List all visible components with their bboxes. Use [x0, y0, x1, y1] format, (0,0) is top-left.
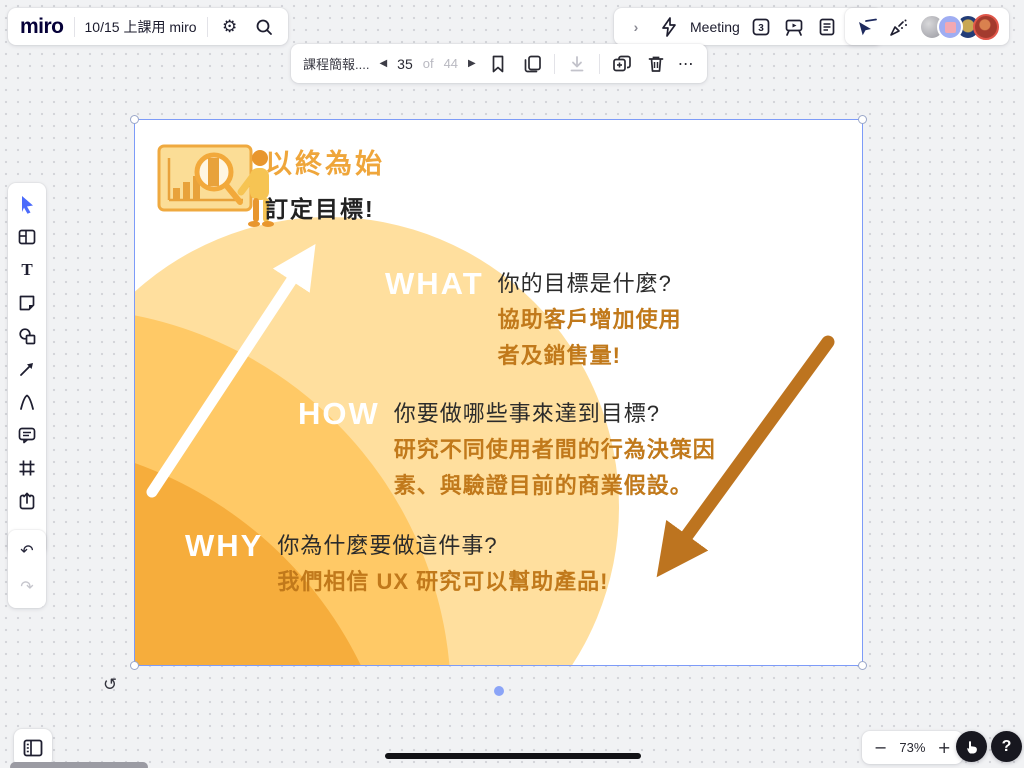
tool-palette: T » [8, 183, 46, 555]
zoom-out-button[interactable]: − [874, 740, 887, 756]
rotate-handle-icon[interactable]: ↺ [103, 675, 117, 695]
meeting-bolt-icon[interactable] [657, 15, 681, 39]
download-icon[interactable] [565, 52, 589, 76]
of-label: of [423, 56, 434, 71]
chart-analysis-illustration [157, 132, 281, 244]
resize-handle-bottom-right[interactable] [858, 661, 867, 670]
white-up-arrow [152, 266, 301, 492]
slide-frame[interactable]: 以終為始 訂定目標! WHAT 你的目標是什麼? 協助客戶增加使用 者及銷售量!… [135, 120, 862, 665]
why-question: 你為什麼要做這件事? [277, 528, 608, 564]
next-slide-button[interactable]: ▶ [468, 58, 476, 69]
app-bar: miro 10/15 上課用 miro ⚙ [8, 8, 288, 45]
more-options-button[interactable]: ⋯ [678, 54, 695, 73]
svg-text:3: 3 [758, 23, 764, 34]
how-row: HOW 你要做哪些事來達到目標? 研究不同使用者間的行為決策因 素、與驗證目前的… [298, 396, 716, 504]
templates-tool[interactable] [12, 224, 42, 250]
presence-bar [845, 8, 1009, 45]
why-label: WHY [185, 530, 263, 561]
meeting-bar: › Meeting 3 [614, 8, 882, 45]
divider [207, 17, 208, 37]
follow-cursor-icon[interactable] [855, 15, 879, 39]
pages-icon[interactable] [520, 52, 544, 76]
slide-content[interactable]: 以終為始 訂定目標! WHAT 你的目標是什麼? 協助客戶增加使用 者及銷售量!… [135, 120, 862, 665]
feedback-hand-button[interactable] [956, 731, 987, 762]
sticky-note-tool[interactable] [12, 290, 42, 316]
avatar[interactable] [937, 14, 963, 40]
what-answer-line2: 者及銷售量! [498, 338, 682, 374]
help-button[interactable]: ? [991, 731, 1022, 762]
presentation-easel-icon[interactable] [782, 15, 806, 39]
zoom-controls: − 73% + [862, 731, 963, 764]
miro-logo[interactable]: miro [20, 15, 64, 39]
timer-3-icon[interactable]: 3 [749, 15, 773, 39]
resize-handle-top-left[interactable] [130, 115, 139, 124]
slide-title-block: 以終為始 訂定目標! [265, 142, 385, 224]
why-row: WHY 你為什麼要做這件事? 我們相信 UX 研究可以幫助產品! [185, 528, 608, 600]
comment-tool[interactable] [12, 422, 42, 448]
resize-handle-top-right[interactable] [858, 115, 867, 124]
what-label: WHAT [385, 268, 484, 299]
what-row: WHAT 你的目標是什麼? 協助客戶增加使用 者及銷售量! [385, 266, 682, 374]
divider [74, 17, 75, 37]
meeting-label[interactable]: Meeting [690, 19, 740, 35]
prev-slide-button[interactable]: ◀ [379, 58, 387, 69]
redo-button[interactable]: ↷ [12, 574, 42, 600]
notes-doc-icon[interactable] [815, 15, 839, 39]
text-tool[interactable]: T [12, 257, 42, 283]
duplicate-icon[interactable] [610, 52, 634, 76]
connector-arrow-tool[interactable] [12, 356, 42, 382]
divider [599, 54, 600, 74]
current-page: 35 [397, 56, 413, 72]
frames-list-icon [22, 737, 44, 759]
pen-tool[interactable] [12, 389, 42, 415]
home-indicator-bar [385, 753, 641, 759]
slide-nav-toolbar: 課程簡報.... ◀ 35 of 44 ▶ ⋯ [291, 44, 707, 83]
bottom-bar-pill [10, 762, 148, 768]
how-label: HOW [298, 398, 380, 429]
collaborator-presence-dot [494, 686, 504, 696]
how-answer-line2: 素、與驗證目前的商業假設。 [394, 468, 716, 504]
zoom-level[interactable]: 73% [899, 740, 925, 755]
trash-icon[interactable] [644, 52, 668, 76]
hand-pointer-icon [964, 739, 980, 755]
select-cursor-tool[interactable] [12, 191, 42, 217]
bookmark-icon[interactable] [486, 52, 510, 76]
collapse-chevron-icon[interactable]: › [624, 15, 648, 39]
reactions-party-icon[interactable] [887, 15, 911, 39]
settings-gear-icon[interactable]: ⚙ [218, 15, 242, 39]
collaborator-avatars [919, 14, 999, 40]
what-answer-line1: 協助客戶增加使用 [498, 302, 682, 338]
deck-title[interactable]: 課程簡報.... [303, 54, 369, 73]
undo-button[interactable]: ↶ [12, 538, 42, 564]
how-answer-line1: 研究不同使用者間的行為決策因 [394, 432, 716, 468]
undo-redo-panel: ↶ ↷ [8, 530, 46, 608]
shapes-tool[interactable] [12, 323, 42, 349]
resize-handle-bottom-left[interactable] [130, 661, 139, 670]
frame-tool[interactable] [12, 455, 42, 481]
what-question: 你的目標是什麼? [498, 266, 682, 302]
zoom-in-button[interactable]: + [937, 740, 950, 756]
slide-subtitle: 訂定目標! [265, 190, 385, 224]
board-title[interactable]: 10/15 上課用 miro [85, 17, 197, 37]
help-question-mark: ? [1002, 738, 1012, 756]
divider [554, 54, 555, 74]
slide-title: 以終為始 [265, 142, 385, 181]
how-question: 你要做哪些事來達到目標? [394, 396, 716, 432]
why-answer-line1: 我們相信 UX 研究可以幫助產品! [277, 564, 608, 600]
avatar-self[interactable] [973, 14, 999, 40]
search-icon[interactable] [252, 15, 276, 39]
total-pages: 44 [444, 56, 458, 71]
upload-tool[interactable] [12, 488, 42, 514]
miro-board-canvas[interactable]: miro 10/15 上課用 miro ⚙ › Meeting 3 [0, 0, 1024, 768]
